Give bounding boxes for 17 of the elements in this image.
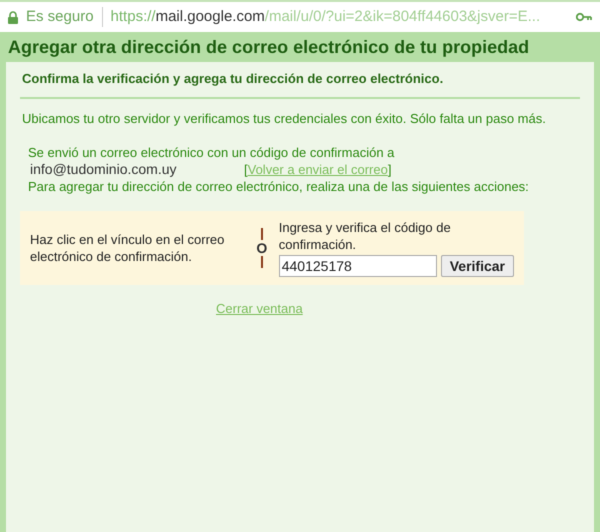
- sent-notice: Se envió un correo electrónico con un código de confirmación a: [27, 144, 396, 160]
- dialog-heading: Confirma la verificación y agrega tu dirección de correo electrónico.: [20, 69, 580, 98]
- security-label: Es seguro: [26, 6, 94, 27]
- code-option-label: Ingresa y verifica el código de confirmación.: [278, 218, 452, 252]
- email-address: info@tudominio.com.uy: [30, 160, 178, 178]
- code-input[interactable]: 440125178: [278, 254, 437, 276]
- url-text[interactable]: https://mail.google.com/mail/u/0/?ui=2&ik=804ff44603&jsver=E...: [110, 6, 568, 28]
- intro-text: Ubicamos tu otro servidor y verificamos tus credenciales con éxito. Sólo falta un paso más.: [21, 110, 547, 126]
- bracket-text: [: [244, 160, 248, 178]
- instruction-text: Para agregar tu dirección de correo electrónico, realiza una de las siguientes acciones:: [27, 178, 530, 194]
- lock-icon: [8, 10, 18, 24]
- key-icon[interactable]: [576, 12, 592, 22]
- bracket-text: ]: [388, 160, 392, 178]
- dialog-title: Agregar otra dirección de correo electrónico de tu propiedad: [7, 36, 530, 59]
- verify-button[interactable]: Verificar: [440, 254, 514, 276]
- link-option-text: Haz clic en el vínculo en el correo electrónico de confirmación.: [30, 230, 226, 264]
- or-label: O: [256, 240, 268, 256]
